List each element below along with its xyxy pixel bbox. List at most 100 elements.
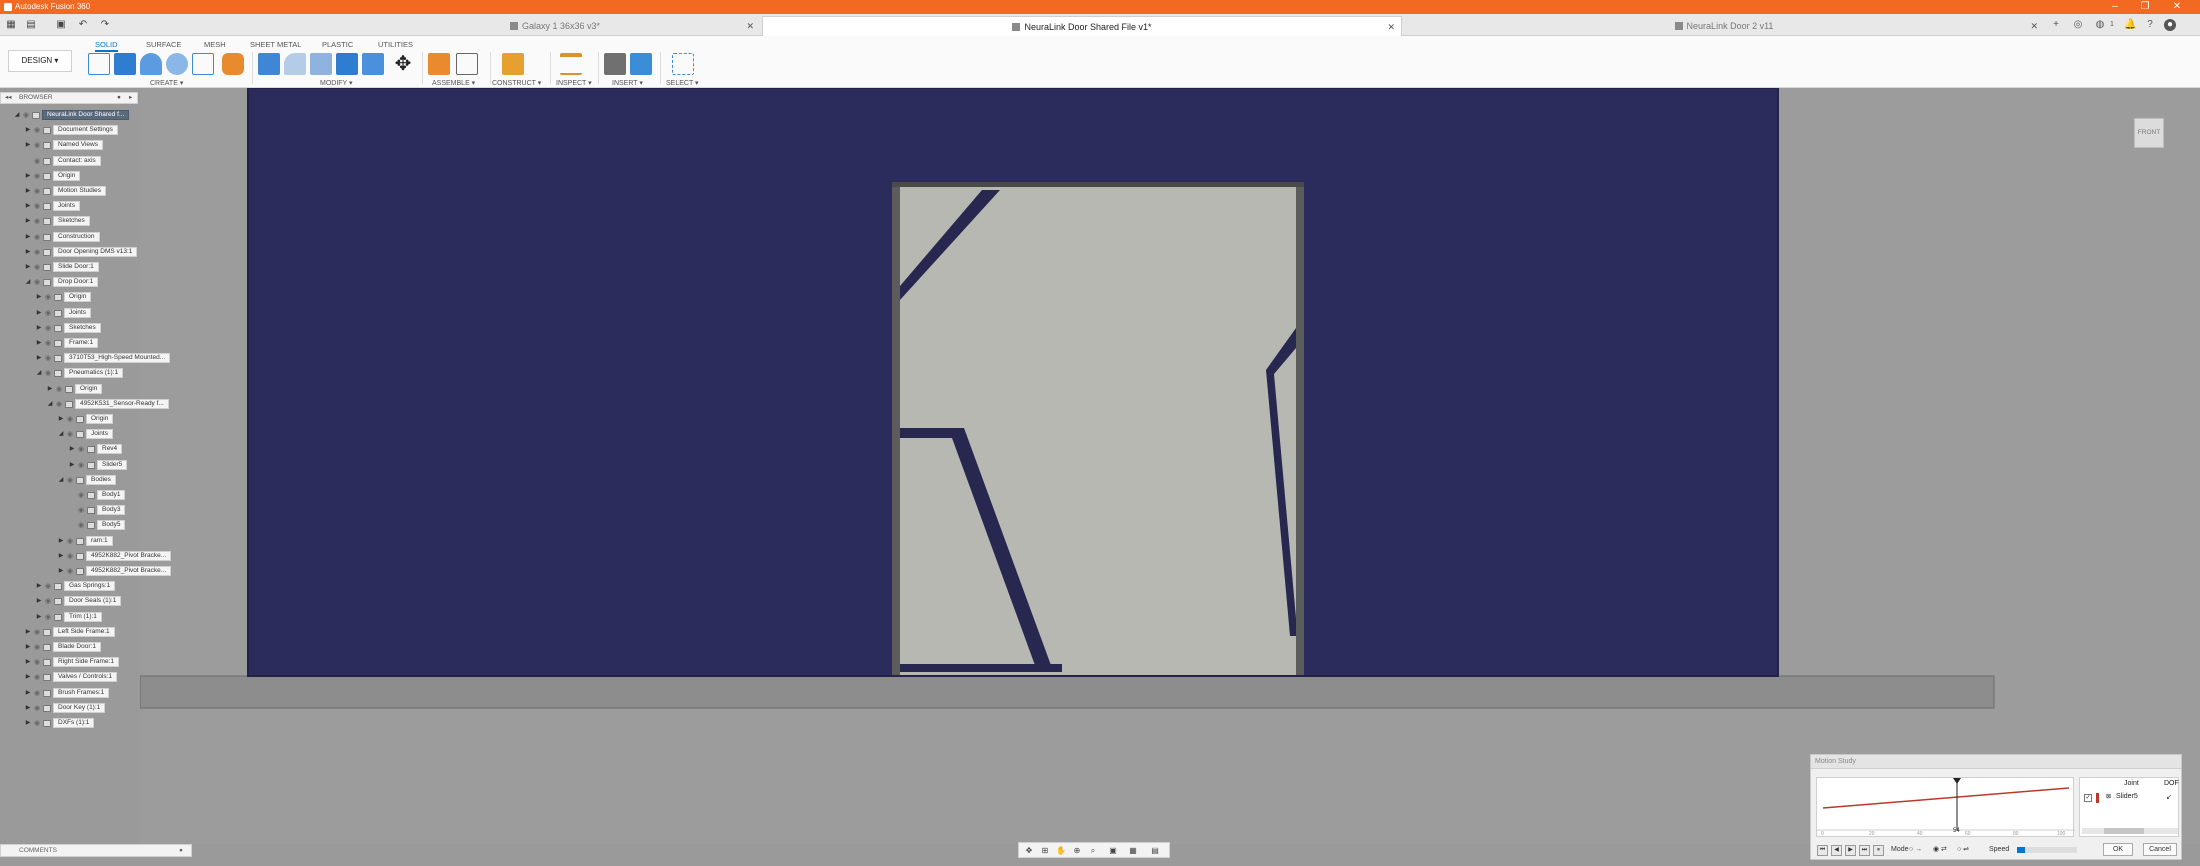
expand-arrow-icon[interactable]: ▶ xyxy=(25,642,31,653)
move-icon[interactable]: ✥ xyxy=(392,53,414,75)
zoom-icon[interactable]: ⊕ xyxy=(1071,845,1083,856)
visibility-eye-icon[interactable]: ◉ xyxy=(44,581,52,592)
mode-once-radio[interactable]: ○ → xyxy=(1909,841,1922,859)
expand-arrow-icon[interactable]: ▶ xyxy=(58,566,64,577)
visibility-eye-icon[interactable]: ◉ xyxy=(22,110,30,121)
visibility-eye-icon[interactable]: ◉ xyxy=(44,308,52,319)
mode-bounce-radio[interactable]: ○ ⇌ xyxy=(1957,841,1969,859)
create-sketch-icon[interactable] xyxy=(88,53,110,75)
assemble-menu[interactable]: ASSEMBLE ▾ xyxy=(432,79,475,87)
collapse-arrow-icon[interactable]: ◢ xyxy=(58,475,64,486)
visibility-eye-icon[interactable]: ◉ xyxy=(66,566,74,577)
visibility-eye-icon[interactable]: ◉ xyxy=(66,536,74,547)
visibility-eye-icon[interactable]: ◉ xyxy=(33,672,41,683)
expand-arrow-icon[interactable]: ▶ xyxy=(25,216,31,227)
insert-derive-icon[interactable] xyxy=(604,53,626,75)
expand-arrow-icon[interactable]: ▶ xyxy=(25,672,31,683)
visibility-eye-icon[interactable]: ◉ xyxy=(33,171,41,182)
expand-arrow-icon[interactable]: ▶ xyxy=(36,581,42,592)
expand-arrow-icon[interactable] xyxy=(25,156,31,167)
play-button[interactable]: ▶ xyxy=(1845,845,1856,856)
expand-arrow-icon[interactable] xyxy=(69,490,75,501)
chamfer-icon[interactable] xyxy=(310,53,332,75)
visibility-eye-icon[interactable]: ◉ xyxy=(33,156,41,167)
expand-arrow-icon[interactable]: ▶ xyxy=(36,308,42,319)
workspace-switcher[interactable]: DESIGN ▾ xyxy=(8,50,72,72)
visibility-eye-icon[interactable]: ◉ xyxy=(77,460,85,471)
tab-galaxy[interactable]: Galaxy 1 36x36 v3* ✕ xyxy=(350,16,760,36)
comments-panel[interactable]: COMMENTS ● xyxy=(0,844,192,857)
visibility-eye-icon[interactable]: ◉ xyxy=(66,429,74,440)
collapse-arrow-icon[interactable]: ◢ xyxy=(25,277,31,288)
close-tab-icon[interactable]: ✕ xyxy=(1387,17,1395,37)
visibility-eye-icon[interactable]: ◉ xyxy=(77,490,85,501)
inspect-menu[interactable]: INSPECT ▾ xyxy=(556,79,592,87)
extensions-icon[interactable]: ◍ xyxy=(2094,19,2106,31)
visibility-eye-icon[interactable]: ◉ xyxy=(33,657,41,668)
maximize-button[interactable]: ❐ xyxy=(2130,0,2160,14)
scrollbar-thumb[interactable] xyxy=(2104,828,2144,834)
visibility-eye-icon[interactable]: ◉ xyxy=(33,125,41,136)
model-scene[interactable] xyxy=(140,88,2200,844)
speed-slider[interactable] xyxy=(2017,847,2077,853)
expand-arrow-icon[interactable]: ▶ xyxy=(25,140,31,151)
job-status-icon[interactable]: ◎ xyxy=(2072,19,2084,31)
new-tab-icon[interactable]: + xyxy=(2050,19,2062,31)
visibility-eye-icon[interactable]: ◉ xyxy=(55,399,63,410)
joint-checkbox[interactable]: ✓ xyxy=(2084,794,2092,802)
hole-icon[interactable] xyxy=(166,53,188,75)
collapse-arrow-icon[interactable]: ◢ xyxy=(14,110,20,121)
expand-arrow-icon[interactable]: ▶ xyxy=(36,323,42,334)
pin-icon[interactable]: ● xyxy=(117,93,121,103)
create-menu[interactable]: CREATE ▾ xyxy=(150,79,183,87)
visibility-eye-icon[interactable]: ◉ xyxy=(77,505,85,516)
expand-arrow-icon[interactable]: ▶ xyxy=(47,384,53,395)
visibility-eye-icon[interactable]: ◉ xyxy=(33,277,41,288)
revolve-icon[interactable] xyxy=(140,53,162,75)
visibility-eye-icon[interactable]: ◉ xyxy=(33,216,41,227)
visibility-eye-icon[interactable]: ◉ xyxy=(33,703,41,714)
help-icon[interactable]: ? xyxy=(2144,19,2156,31)
tab-mesh[interactable]: MESH xyxy=(204,40,226,49)
expand-arrow-icon[interactable] xyxy=(69,520,75,531)
visibility-eye-icon[interactable]: ◉ xyxy=(33,247,41,258)
go-to-end-button[interactable]: ⏭ xyxy=(1859,845,1870,856)
expand-arrow-icon[interactable]: ▶ xyxy=(36,292,42,303)
expand-arrow-icon[interactable]: ▶ xyxy=(58,414,64,425)
cancel-button[interactable]: Cancel xyxy=(2143,843,2177,856)
measure-icon[interactable] xyxy=(560,53,582,75)
comments-add-icon[interactable]: ● xyxy=(179,845,183,856)
tab-solid[interactable]: SOLID xyxy=(95,40,118,52)
save-icon[interactable]: ▣ xyxy=(54,18,68,32)
pattern-icon[interactable] xyxy=(192,53,214,75)
visibility-eye-icon[interactable]: ◉ xyxy=(77,520,85,531)
collapse-arrow-icon[interactable]: ◢ xyxy=(47,399,53,410)
visibility-eye-icon[interactable]: ◉ xyxy=(44,596,52,607)
redo-icon[interactable]: ↷ xyxy=(98,18,112,32)
fillet-icon[interactable] xyxy=(284,53,306,75)
combine-icon[interactable] xyxy=(362,53,384,75)
visibility-eye-icon[interactable]: ◉ xyxy=(77,444,85,455)
minimize-button[interactable]: – xyxy=(2100,0,2130,14)
visibility-eye-icon[interactable]: ◉ xyxy=(44,338,52,349)
close-window-button[interactable]: ✕ xyxy=(2162,0,2192,14)
visibility-eye-icon[interactable]: ◉ xyxy=(66,551,74,562)
visibility-eye-icon[interactable]: ◉ xyxy=(44,612,52,623)
collapse-arrow-icon[interactable]: ◢ xyxy=(58,429,64,440)
shell-icon[interactable] xyxy=(336,53,358,75)
visibility-eye-icon[interactable]: ◉ xyxy=(33,232,41,243)
visibility-eye-icon[interactable]: ◉ xyxy=(44,323,52,334)
expand-arrow-icon[interactable]: ▶ xyxy=(25,247,31,258)
expand-arrow-icon[interactable]: ▶ xyxy=(25,657,31,668)
new-component-icon[interactable] xyxy=(428,53,450,75)
motion-graph[interactable]: 54 0 20 40 60 80 100 xyxy=(1816,777,2075,837)
visibility-eye-icon[interactable]: ◉ xyxy=(44,353,52,364)
expand-arrow-icon[interactable]: ▶ xyxy=(58,536,64,547)
expand-arrow-icon[interactable]: ▶ xyxy=(25,232,31,243)
press-pull-icon[interactable] xyxy=(258,53,280,75)
notifications-icon[interactable]: 🔔 xyxy=(2124,19,2136,31)
close-panel-icon[interactable]: ▸ xyxy=(129,93,132,103)
tab-plastic[interactable]: PLASTIC xyxy=(322,40,353,49)
extrude-icon[interactable] xyxy=(114,53,136,75)
visibility-eye-icon[interactable]: ◉ xyxy=(55,384,63,395)
